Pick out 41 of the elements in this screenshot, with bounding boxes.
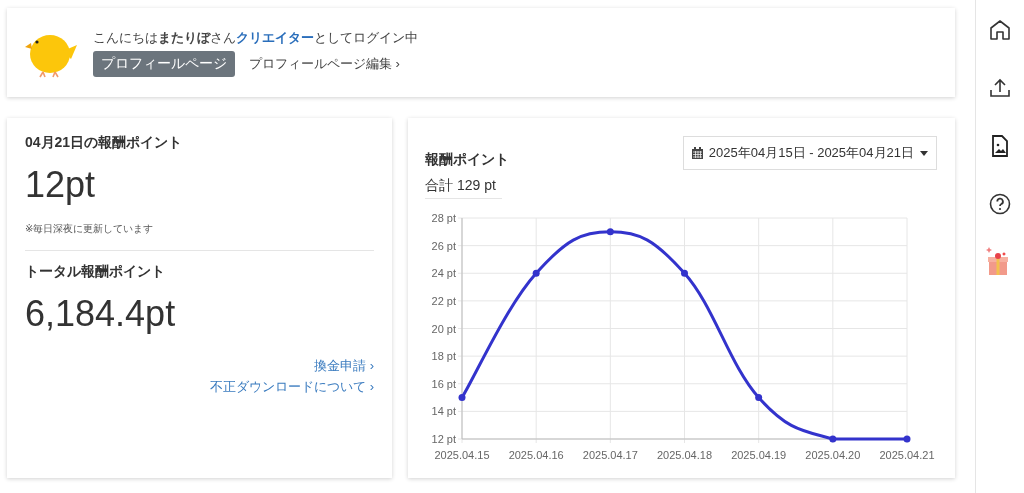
total-points-title: トータル報酬ポイント <box>25 263 166 281</box>
y-tick-label: 22 pt <box>431 294 456 307</box>
help-icon[interactable] <box>988 192 1012 216</box>
date-range-picker[interactable]: 2025年04月15日 - 2025年04月21日 <box>682 136 937 170</box>
x-tick-label: 2025.04.20 <box>805 449 861 461</box>
text-link[interactable]: 換金申請 › <box>314 357 374 375</box>
y-tick-label: 24 pt <box>431 267 456 280</box>
data-point <box>755 394 763 402</box>
data-point <box>681 269 688 277</box>
daily-points-title: 04月21日の報酬ポイント <box>25 134 184 152</box>
data-point <box>458 394 466 402</box>
total-points-value: 6,184.4pt <box>25 293 177 335</box>
data-point <box>903 435 911 443</box>
x-tick-label: 2025.04.16 <box>508 449 564 461</box>
x-tick-label: 2025.04.17 <box>582 449 638 461</box>
y-tick-label: 18 pt <box>431 350 456 363</box>
y-tick-label: 14 pt <box>431 405 456 418</box>
calendar-icon <box>691 147 703 159</box>
chart-title: 報酬ポイント <box>425 151 509 169</box>
text-link[interactable]: 不正ダウンロードについて › <box>210 378 374 396</box>
x-tick-label: 2025.04.21 <box>879 449 935 461</box>
data-point <box>532 269 540 277</box>
x-tick-label: 2025.04.19 <box>731 449 787 461</box>
y-tick-label: 26 pt <box>431 239 456 252</box>
y-tick-label: 12 pt <box>431 433 456 445</box>
daily-points-value: 12pt <box>25 164 97 206</box>
greeting-text: こんにちはまたりぼさんクリエイターとしてログイン中 <box>93 28 418 47</box>
data-point <box>829 435 837 443</box>
home-icon[interactable] <box>988 18 1012 42</box>
y-tick-label: 28 pt <box>431 212 456 224</box>
x-tick-label: 2025.04.15 <box>434 449 490 461</box>
x-tick-label: 2025.04.18 <box>656 449 713 461</box>
caret-icon <box>920 150 928 156</box>
upload-icon[interactable] <box>988 76 1012 100</box>
profile-page-button[interactable]: プロフィールページ <box>93 50 235 77</box>
y-tick-label: 16 pt <box>431 377 456 390</box>
data-point <box>606 228 614 236</box>
edit-profile-link[interactable]: プロフィールページ編集 › <box>249 54 400 73</box>
total-points: 合計 129 pt <box>425 177 502 199</box>
update-note: ※毎日深夜に更新しています <box>25 222 155 236</box>
y-tick-label: 20 pt <box>431 322 456 335</box>
